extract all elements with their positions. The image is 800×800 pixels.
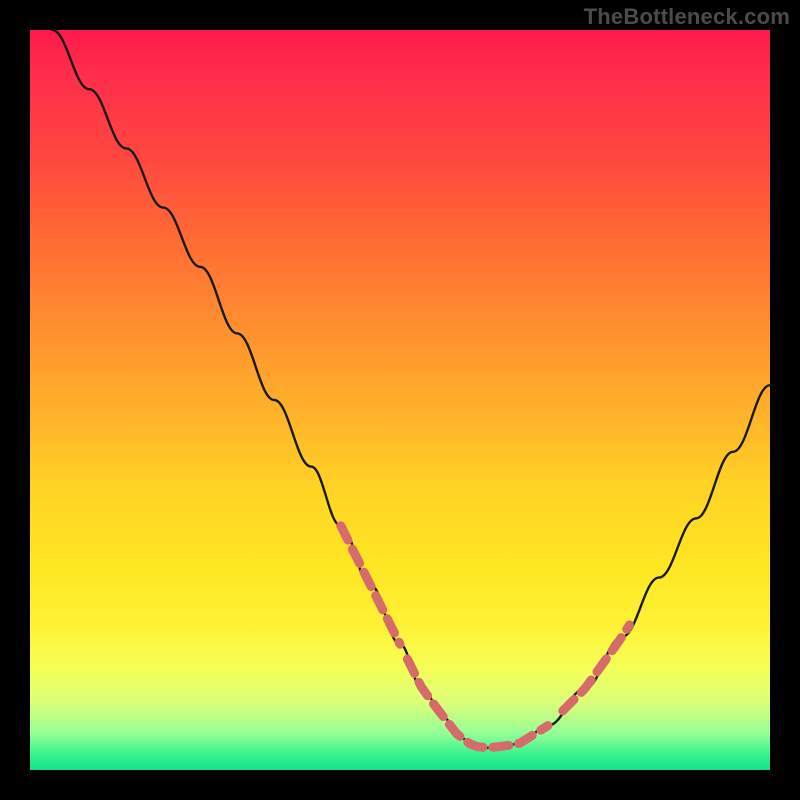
plot-area (30, 30, 770, 770)
chart-frame: TheBottleneck.com (0, 0, 800, 800)
bottleneck-curve (52, 30, 770, 748)
watermark-label: TheBottleneck.com (584, 4, 790, 30)
dashed-segment-bottom (407, 659, 548, 747)
dashed-segment-right (563, 625, 630, 711)
dashed-segment-left (341, 526, 400, 644)
curve-svg (30, 30, 770, 770)
